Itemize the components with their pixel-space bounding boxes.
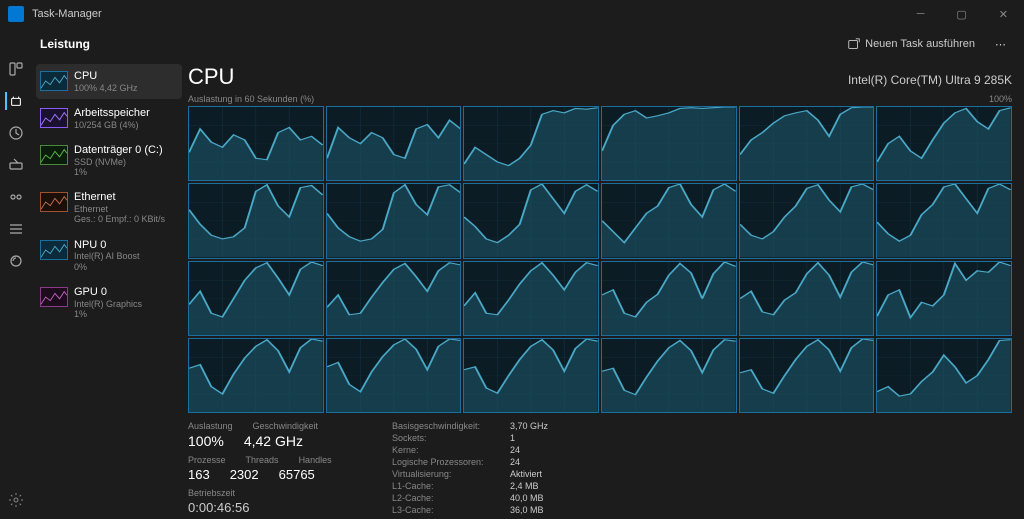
cpu-model-name: Intel(R) Core(TM) Ultra 9 285K <box>848 73 1012 87</box>
core-grid <box>188 106 1012 413</box>
content-title: CPU <box>188 64 234 90</box>
more-button[interactable]: ⋯ <box>991 34 1012 55</box>
nav-item-0[interactable] <box>7 60 25 78</box>
core-chart-12 <box>188 261 324 336</box>
core-chart-4 <box>739 106 875 181</box>
detail-row: L3-Cache:36,0 MB <box>392 505 548 515</box>
nav-item-6[interactable] <box>7 252 25 270</box>
sidebar-thumb <box>40 192 68 212</box>
nav-item-4[interactable] <box>7 188 25 206</box>
core-chart-6 <box>188 183 324 258</box>
uptime-value: 0:00:46:56 <box>188 500 368 515</box>
processes-value: 163 <box>188 467 210 482</box>
sidebar-thumb <box>40 240 68 260</box>
utilization-value: 100% <box>188 433 224 449</box>
core-chart-21 <box>601 338 737 413</box>
chart-max-label: 100% <box>989 94 1012 104</box>
threads-value: 2302 <box>230 467 259 482</box>
core-chart-11 <box>876 183 1012 258</box>
core-chart-15 <box>601 261 737 336</box>
sidebar-thumb <box>40 71 68 91</box>
detail-row: Kerne:24 <box>392 445 548 455</box>
sidebar-thumb <box>40 108 68 128</box>
core-chart-7 <box>326 183 462 258</box>
run-task-icon <box>847 37 861 51</box>
core-chart-1 <box>326 106 462 181</box>
sidebar-item-datentr-ger-0-c-[interactable]: Datenträger 0 (C:)SSD (NVMe)1% <box>36 138 182 183</box>
sidebar-thumb <box>40 287 68 307</box>
sidebar-item-cpu[interactable]: CPU100% 4,42 GHz <box>36 64 182 99</box>
sidebar-item-arbeitsspeicher[interactable]: Arbeitsspeicher10/254 GB (4%) <box>36 101 182 136</box>
core-chart-16 <box>739 261 875 336</box>
sidebar-thumb <box>40 145 68 165</box>
detail-row: Basisgeschwindigkeit:3,70 GHz <box>392 421 548 431</box>
maximize-button[interactable]: ▢ <box>948 4 974 25</box>
core-chart-13 <box>326 261 462 336</box>
detail-row: L2-Cache:40,0 MB <box>392 493 548 503</box>
nav-item-1[interactable] <box>5 92 23 110</box>
handles-value: 65765 <box>279 467 315 482</box>
detail-row: Virtualisierung:Aktiviert <box>392 469 548 479</box>
nav-item-3[interactable] <box>7 156 25 174</box>
detail-row: Sockets:1 <box>392 433 548 443</box>
core-chart-0 <box>188 106 324 181</box>
core-chart-8 <box>463 183 599 258</box>
core-chart-3 <box>601 106 737 181</box>
core-chart-18 <box>188 338 324 413</box>
chart-axis-label: Auslastung in 60 Sekunden (%) <box>188 94 314 104</box>
detail-row: Logische Prozessoren:24 <box>392 457 548 467</box>
core-chart-14 <box>463 261 599 336</box>
page-title: Leistung <box>40 37 90 51</box>
core-chart-10 <box>739 183 875 258</box>
core-chart-5 <box>876 106 1012 181</box>
core-chart-23 <box>876 338 1012 413</box>
core-chart-22 <box>739 338 875 413</box>
speed-value: 4,42 GHz <box>244 433 303 449</box>
core-chart-19 <box>326 338 462 413</box>
app-icon <box>8 6 24 22</box>
run-new-task-button[interactable]: Neuen Task ausführen <box>839 33 983 55</box>
core-chart-20 <box>463 338 599 413</box>
nav-item-2[interactable] <box>7 124 25 142</box>
sidebar-item-gpu-0[interactable]: GPU 0Intel(R) Graphics1% <box>36 280 182 325</box>
detail-row: L1-Cache:2,4 MB <box>392 481 548 491</box>
sidebar-item-ethernet[interactable]: EthernetEthernetGes.: 0 Empf.: 0 KBit/s <box>36 185 182 230</box>
core-chart-9 <box>601 183 737 258</box>
minimize-button[interactable]: ─ <box>909 4 933 25</box>
window-title: Task-Manager <box>32 8 102 20</box>
core-chart-2 <box>463 106 599 181</box>
core-chart-17 <box>876 261 1012 336</box>
sidebar-item-npu-0[interactable]: NPU 0Intel(R) AI Boost0% <box>36 233 182 278</box>
settings-icon[interactable] <box>8 492 24 511</box>
close-button[interactable]: ✕ <box>991 4 1016 25</box>
nav-item-5[interactable] <box>7 220 25 238</box>
